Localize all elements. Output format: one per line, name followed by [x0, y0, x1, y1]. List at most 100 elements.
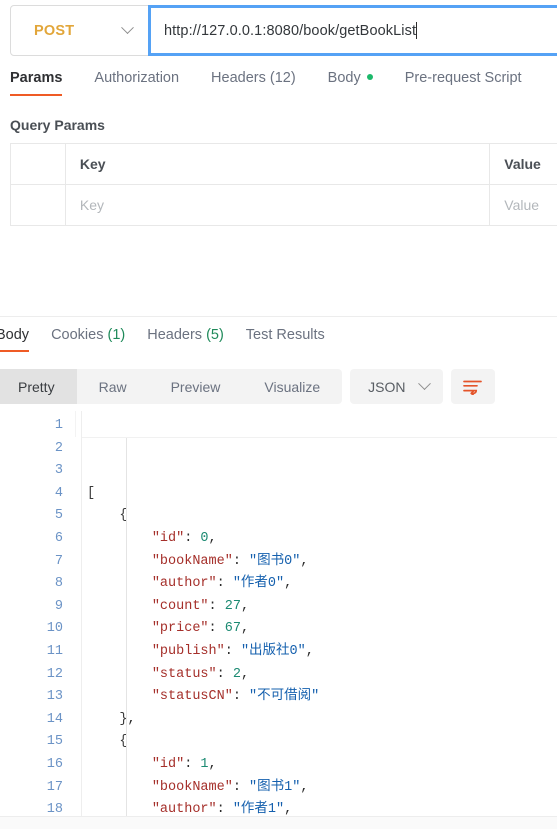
response-tab-test-results-label: Test Results	[245, 327, 325, 343]
code-token: :	[216, 666, 233, 682]
response-tab-body[interactable]: Body	[0, 327, 30, 352]
code-line: "bookName": "图书1",	[87, 777, 557, 800]
code-token: 1	[200, 756, 209, 772]
line-number: 8	[54, 576, 63, 592]
code-line: "price": 67,	[87, 618, 557, 641]
code-token: ,	[284, 802, 293, 816]
text-cursor	[416, 22, 418, 39]
code-content[interactable]: [ { "id": 0, "bookName": "图书0", "author"…	[81, 411, 557, 816]
code-token: 67	[224, 621, 241, 637]
code-token: "id"	[151, 756, 185, 772]
chevron-down-icon	[417, 377, 431, 391]
code-token: "author"	[151, 576, 217, 592]
response-tab-body-label: Body	[0, 327, 30, 343]
header-value: Value	[489, 143, 557, 185]
tab-authorization[interactable]: Authorization	[94, 70, 179, 96]
line-number: 12	[46, 666, 63, 682]
view-mode-preview-label: Preview	[170, 378, 221, 395]
tab-authorization-label: Authorization	[94, 70, 180, 86]
code-line-numbers: 1 2 3 4 5 6 7 8 9 10 11 12 13 14 15 16 17 18	[0, 411, 81, 816]
code-line: "id": 1,	[87, 754, 557, 777]
view-mode-raw[interactable]: Raw	[77, 369, 149, 404]
response-tab-headers-count: (5)	[206, 327, 224, 343]
line-number: 1	[54, 418, 63, 433]
view-mode-pretty[interactable]: Pretty	[0, 369, 77, 404]
tab-pre-request-script[interactable]: Pre-request Script	[405, 70, 522, 96]
code-token: "bookName"	[151, 553, 233, 569]
code-line: "id": 0,	[87, 528, 557, 551]
view-mode-visualize[interactable]: Visualize	[242, 369, 342, 404]
code-token: "作者1"	[232, 802, 285, 816]
response-tab-cookies-count: (1)	[107, 327, 126, 343]
response-format-dropdown[interactable]: JSON	[350, 369, 443, 404]
code-token: ,	[127, 711, 136, 727]
code-line: "status": 2,	[87, 664, 557, 687]
code-line: "count": 27,	[87, 596, 557, 619]
code-token: }	[87, 711, 128, 727]
line-number: 13	[46, 689, 63, 705]
code-token: ,	[300, 779, 309, 795]
code-token: [	[87, 485, 96, 501]
code-token: "publish"	[151, 643, 225, 659]
response-tab-test-results[interactable]: Test Results	[246, 327, 325, 352]
tab-body-label: Body	[327, 70, 361, 86]
code-token: "不可借阅"	[249, 689, 320, 705]
code-token: :	[216, 802, 233, 816]
code-token: {	[87, 508, 128, 524]
line-number: 5	[54, 508, 63, 524]
line-number: 17	[46, 779, 63, 795]
header-checkbox-cell	[10, 143, 66, 185]
code-line: "statusCN": "不可借阅"	[87, 686, 557, 709]
line-number: 4	[54, 485, 63, 501]
view-mode-pretty-label: Pretty	[18, 378, 55, 395]
pane-divider[interactable]	[0, 316, 557, 317]
response-tab-bar: Body Cookies (1) Headers (5) Test Result…	[0, 327, 325, 359]
line-number: 7	[54, 553, 63, 569]
postman-window: POST http://127.0.0.1:8080/book/getBookL…	[0, 0, 557, 829]
line-number: 9	[54, 598, 63, 614]
response-view-toolbar: Pretty Raw Preview Visualize JSON	[0, 369, 495, 404]
param-key-input[interactable]: Key	[64, 184, 491, 226]
line-number: 16	[46, 756, 63, 772]
code-token: "statusCN"	[151, 689, 233, 705]
response-tab-headers-label: Headers	[147, 327, 203, 343]
code-line: "author": "作者0",	[87, 573, 557, 596]
row-checkbox-cell[interactable]	[10, 184, 66, 226]
param-value-input[interactable]: Value	[489, 184, 557, 226]
response-body-viewer[interactable]: 1 2 3 4 5 6 7 8 9 10 11 12 13 14 15 16 17 18 [ { "id": 0,…	[0, 411, 557, 816]
wrap-text-button[interactable]	[450, 369, 495, 404]
tab-params[interactable]: Params	[10, 70, 63, 96]
line-number: 2	[54, 440, 63, 456]
view-mode-preview[interactable]: Preview	[149, 369, 243, 404]
response-tab-cookies-label: Cookies	[51, 327, 104, 343]
code-line: "publish": "出版社0",	[87, 641, 557, 664]
code-token: :	[184, 530, 201, 546]
code-line: {	[87, 731, 557, 754]
table-row: Key Value	[10, 184, 557, 226]
code-token: ,	[240, 621, 250, 637]
tab-body[interactable]: Body	[328, 70, 373, 96]
code-token: :	[208, 621, 225, 637]
tab-headers[interactable]: Headers (12)	[211, 70, 296, 96]
code-token: "status"	[151, 666, 217, 682]
code-token: 27	[224, 598, 241, 614]
code-token: ,	[208, 756, 217, 772]
code-line: },	[87, 709, 557, 732]
code-token: 2	[232, 666, 241, 682]
response-tab-headers[interactable]: Headers (5)	[147, 327, 224, 352]
response-tab-cookies[interactable]: Cookies (1)	[51, 327, 125, 352]
code-token: 0	[200, 530, 209, 546]
code-token: "count"	[151, 598, 209, 614]
http-method-dropdown[interactable]: POST	[10, 5, 149, 56]
url-input[interactable]: http://127.0.0.1:8080/book/getBookList	[148, 5, 557, 56]
line-number: 15	[46, 734, 63, 750]
request-url-bar: POST http://127.0.0.1:8080/book/getBookL…	[10, 5, 557, 56]
